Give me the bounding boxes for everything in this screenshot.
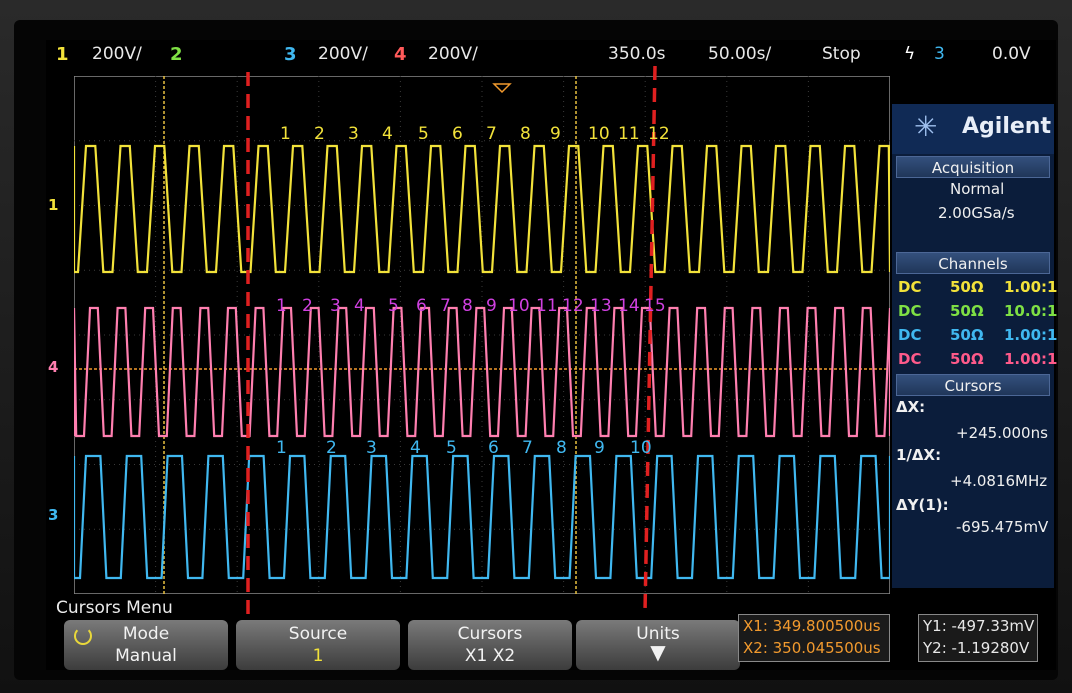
yellow-cycle-number: 6 [452,124,463,144]
pink-cycle-number: 13 [590,296,612,316]
units-softkey[interactable]: Units ▼ [576,620,740,670]
blue-cycle-number: 5 [446,438,457,458]
y2-readout: Y2: -1.19280V [923,639,1030,657]
acquisition-header: Acquisition [896,156,1050,178]
mode-softkey[interactable]: Mode Manual [64,620,228,670]
pink-cycle-number: 7 [440,296,451,316]
yellow-cycle-number: 11 [618,124,640,144]
pink-cycle-number: 10 [508,296,530,316]
delta-x-value: +245.000ns [956,424,1048,442]
pink-cycle-number: 8 [462,296,473,316]
channel-impedance: 50Ω [950,350,984,368]
blue-cycle-number: 3 [366,438,377,458]
blue-cycle-number: 2 [326,438,337,458]
blue-cycle-number: 7 [522,438,533,458]
pink-cycle-number: 5 [388,296,399,316]
pink-cycle-number: 2 [302,296,313,316]
inverse-delta-x-value: +4.0816MHz [950,472,1048,490]
channel-impedance: 50Ω [950,326,984,344]
blue-cycle-number: 9 [594,438,605,458]
delta-x-label: ΔX: [896,398,926,416]
channel-impedance: 50Ω [950,302,984,320]
y1-readout: Y1: -497.33mV [923,617,1035,635]
blue-cycle-number: 6 [488,438,499,458]
cursors-softkey[interactable]: Cursors X1 X2 [408,620,572,670]
channel-row: DC 50Ω 1.00:1 [898,348,1057,370]
yellow-cycle-number: 7 [486,124,497,144]
yellow-cycle-number: 4 [382,124,393,144]
delta-y-value: -695.475mV [956,518,1049,536]
x2-readout: X2: 350.045500us [743,639,881,657]
pink-cycle-number: 9 [486,296,497,316]
inverse-delta-x-label: 1/ΔX: [896,446,942,464]
blue-cycle-number: 4 [410,438,421,458]
acquisition-mode: Normal [950,180,1005,198]
cursors-header: Cursors [896,374,1050,396]
source-softkey[interactable]: Source 1 [236,620,400,670]
pink-cycle-number: 1 [276,296,287,316]
agilent-spark-icon: ✳ [914,110,938,143]
channel-coupling: DC [898,302,922,320]
yellow-cycle-number: 1 [280,124,291,144]
yellow-cycle-number: 2 [314,124,325,144]
pink-cycle-number: 15 [644,296,666,316]
channel-coupling: DC [898,326,922,344]
pink-cycle-number: 14 [618,296,640,316]
pink-cycle-number: 3 [330,296,341,316]
channel-probe: 1.00:1 [1004,278,1058,296]
yellow-cycle-number: 9 [550,124,561,144]
channel-row: DC 50Ω 10.0:1 [898,300,1057,322]
channel-impedance: 50Ω [950,278,984,296]
yellow-cycle-number: 3 [348,124,359,144]
chevron-down-icon: ▼ [650,640,666,664]
pink-cycle-number: 11 [536,296,558,316]
pink-cycle-number: 6 [416,296,427,316]
channel-coupling: DC [898,278,922,296]
channel-coupling: DC [898,350,922,368]
brand-logo: ✳ Agilent [892,104,1054,154]
channel-probe: 10.0:1 [1004,302,1058,320]
x1-readout: X1: 349.800500us [743,617,881,635]
pink-cycle-number: 4 [354,296,365,316]
sample-rate: 2.00GSa/s [938,204,1015,222]
channel-row: DC 50Ω 1.00:1 [898,276,1057,298]
channel-probe: 1.00:1 [1004,350,1058,368]
y-cursor-readout: Y1: -497.33mV Y2: -1.19280V [918,614,1038,662]
pink-cycle-number: 12 [562,296,584,316]
delta-y-label: ΔY(1): [896,496,949,514]
blue-cycle-number: 10 [630,438,652,458]
yellow-cycle-number: 10 [588,124,610,144]
menu-title: Cursors Menu [56,598,173,618]
yellow-cycle-number: 12 [648,124,670,144]
channels-header: Channels [896,252,1050,274]
channel-probe: 1.00:1 [1004,326,1058,344]
blue-cycle-number: 1 [276,438,287,458]
channel-row: DC 50Ω 1.00:1 [898,324,1057,346]
x-cursor-readout: X1: 349.800500us X2: 350.045500us [738,614,890,662]
red-marker-line-right [643,65,657,613]
yellow-cycle-number: 5 [418,124,429,144]
yellow-cycle-number: 8 [520,124,531,144]
blue-cycle-number: 8 [556,438,567,458]
